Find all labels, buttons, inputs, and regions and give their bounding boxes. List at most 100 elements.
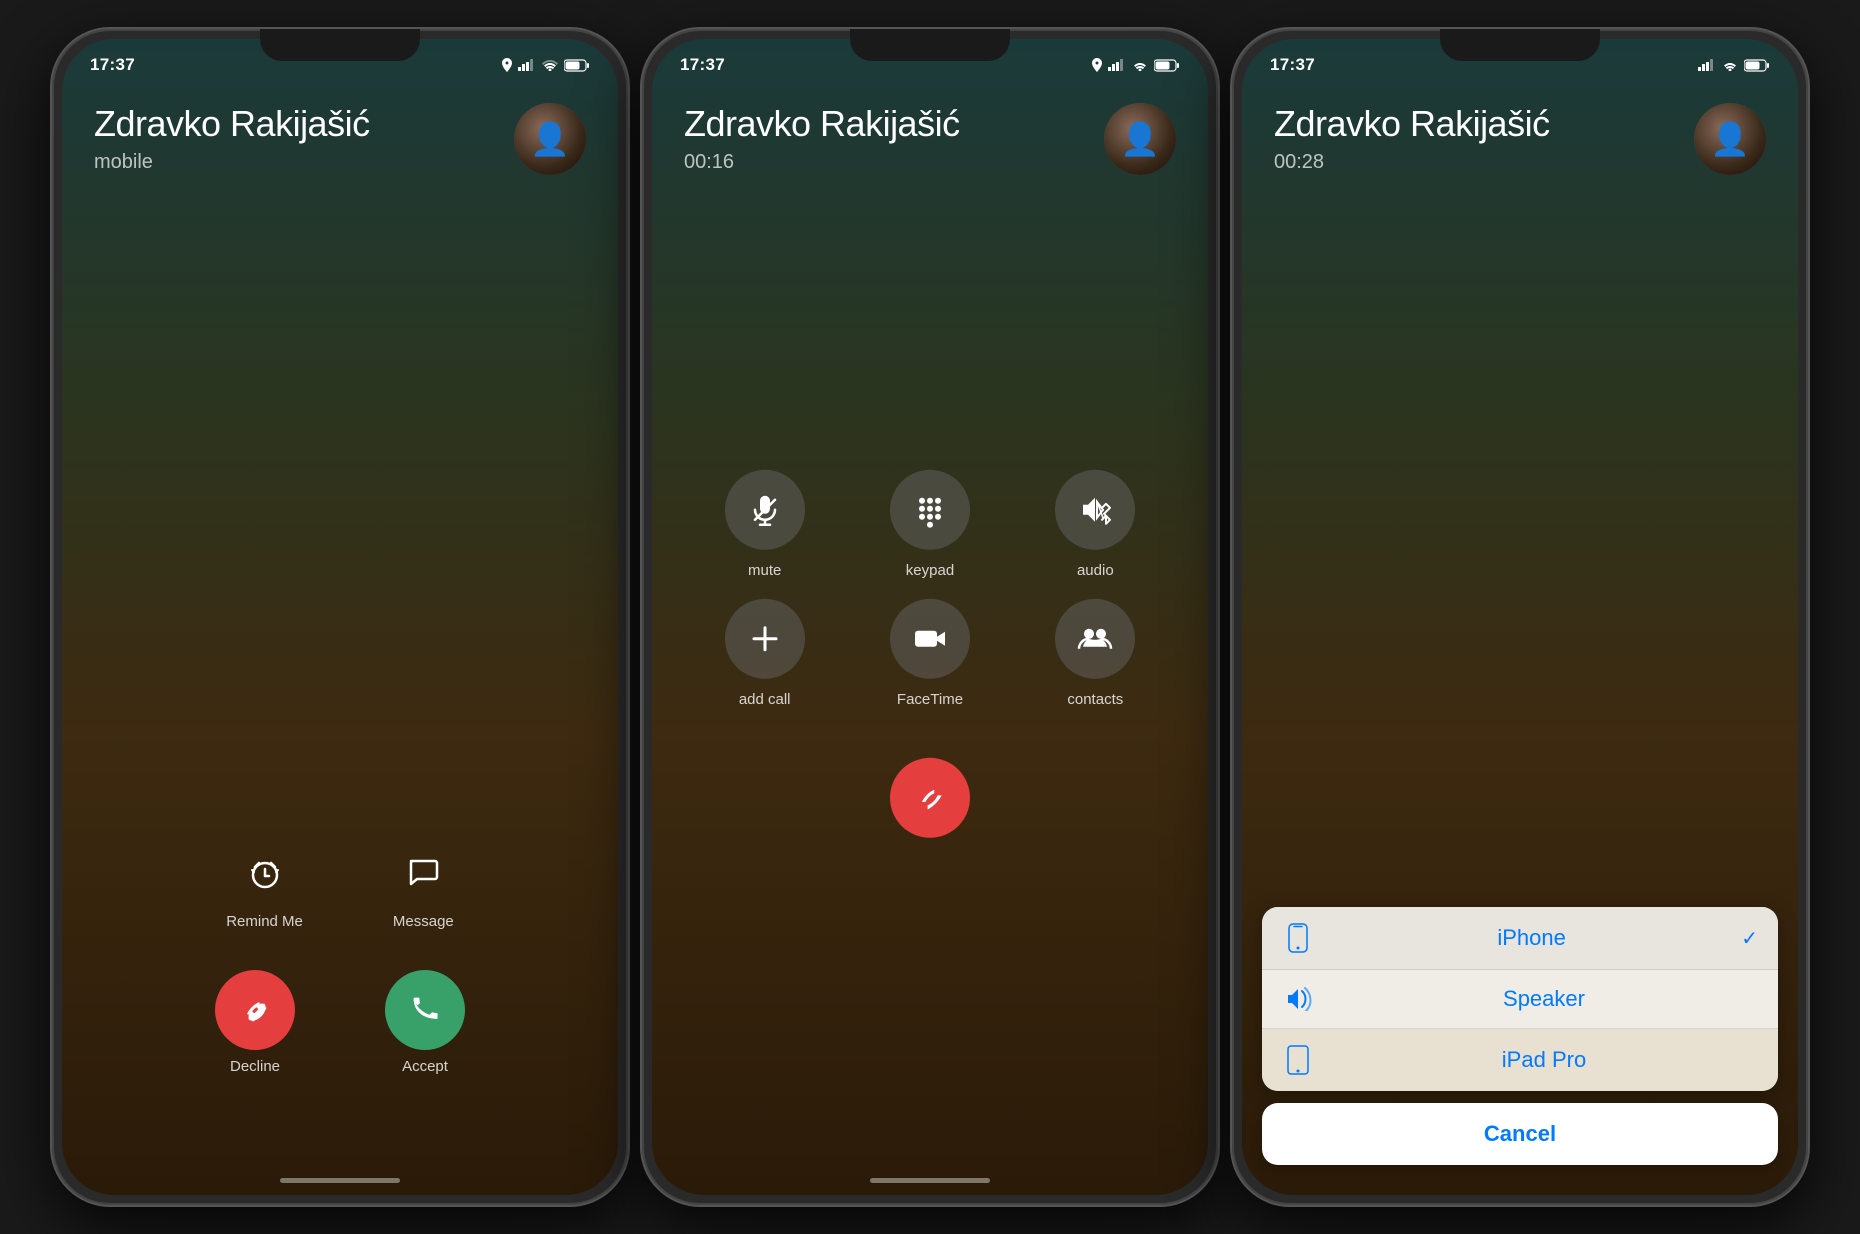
status-icons-3 (1698, 59, 1770, 72)
remind-me-btn[interactable]: Remind Me (226, 843, 303, 930)
decline-label: Decline (230, 1058, 280, 1075)
audio-label: audio (1077, 562, 1114, 579)
iphone-option-label: iPhone (1330, 925, 1733, 951)
message-label: Message (393, 913, 454, 930)
signal-icon-2 (1108, 59, 1126, 71)
mute-circle (725, 470, 805, 550)
remind-icon (235, 843, 295, 903)
contact-name-3: Zdravko Rakijašić (1274, 103, 1550, 145)
contact-avatar-3 (1694, 103, 1766, 175)
contact-area-3: Zdravko Rakijašić 00:28 (1242, 83, 1798, 175)
decline-btn[interactable] (215, 970, 295, 1050)
add-call-circle (725, 599, 805, 679)
iphone-icon (1288, 923, 1308, 953)
contacts-label: contacts (1067, 691, 1123, 708)
location-icon (502, 58, 512, 72)
wifi-icon-3 (1722, 59, 1738, 71)
facetime-label: FaceTime (897, 691, 963, 708)
speaker-icon (1284, 987, 1312, 1011)
audio-options-list: iPhone ✓ Speaker (1262, 907, 1778, 1091)
facetime-icon (912, 621, 948, 657)
controls-grid: mute (652, 470, 1208, 708)
contacts-circle (1055, 599, 1135, 679)
battery-icon-2 (1154, 59, 1180, 72)
contact-area-1: Zdravko Rakijašić mobile (62, 83, 618, 175)
decline-btn-group: Decline (215, 970, 295, 1075)
message-icon (393, 843, 453, 903)
end-call-btn[interactable] (890, 758, 970, 838)
wifi-icon (542, 59, 558, 71)
keypad-circle (890, 470, 970, 550)
screen-2: 17:37 (652, 39, 1208, 1195)
iphone-frame-3: 17:37 (1230, 27, 1810, 1207)
status-bar-1: 17:37 (62, 39, 618, 83)
iphone-check: ✓ (1741, 926, 1758, 951)
contact-status-1: mobile (94, 151, 370, 174)
call-controls: mute (652, 470, 1208, 838)
accept-btn[interactable] (385, 970, 465, 1050)
speaker-device-icon (1282, 987, 1314, 1011)
contact-name-2: Zdravko Rakijašić (684, 103, 960, 145)
contacts-icon (1077, 621, 1113, 657)
wifi-icon-2 (1132, 59, 1148, 71)
microphone-icon (747, 492, 783, 528)
status-icons-2 (1092, 58, 1180, 72)
incoming-actions: Remind Me Message (62, 843, 618, 1075)
accept-btn-group: Accept (385, 970, 465, 1075)
audio-option-ipad[interactable]: iPad Pro (1262, 1029, 1778, 1091)
ipad-option-label: iPad Pro (1330, 1047, 1758, 1073)
contacts-btn[interactable]: contacts (1023, 599, 1168, 708)
end-call-icon (912, 780, 948, 816)
action-row-top: Remind Me Message (226, 843, 454, 930)
keypad-label: keypad (906, 562, 954, 579)
screen-3: 17:37 (1242, 39, 1798, 1195)
contact-avatar-2 (1104, 103, 1176, 175)
mute-label: mute (748, 562, 781, 579)
signal-icon-3 (1698, 59, 1716, 71)
call-duration-2: 00:16 (684, 151, 960, 174)
cancel-label: Cancel (1484, 1121, 1556, 1146)
iphone-device-icon (1282, 923, 1314, 953)
contact-avatar-1 (514, 103, 586, 175)
chat-icon (405, 855, 441, 891)
signal-icon (518, 59, 536, 71)
facetime-circle (890, 599, 970, 679)
mute-btn[interactable]: mute (692, 470, 837, 579)
contact-name-1: Zdravko Rakijašić (94, 103, 370, 145)
audio-option-speaker[interactable]: Speaker (1262, 970, 1778, 1029)
location-icon-2 (1092, 58, 1102, 72)
status-time-1: 17:37 (90, 55, 135, 75)
status-time-3: 17:37 (1270, 55, 1315, 75)
decline-phone-icon (237, 992, 273, 1028)
audio-sheet: iPhone ✓ Speaker (1242, 907, 1798, 1195)
audio-option-iphone[interactable]: iPhone ✓ (1262, 907, 1778, 970)
iphone-frame-1: 17:37 (50, 27, 630, 1207)
audio-btn[interactable]: audio (1023, 470, 1168, 579)
call-buttons: Decline Accept (215, 970, 465, 1075)
screen-1: 17:37 (62, 39, 618, 1195)
home-indicator-1 (280, 1178, 400, 1183)
battery-icon (564, 59, 590, 72)
speaker-option-label: Speaker (1330, 986, 1758, 1012)
add-call-label: add call (739, 691, 791, 708)
add-call-icon (747, 621, 783, 657)
accept-label: Accept (402, 1058, 448, 1075)
iphone-frame-2: 17:37 (640, 27, 1220, 1207)
audio-icon (1077, 492, 1113, 528)
accept-phone-icon (407, 992, 443, 1028)
ipad-device-icon (1282, 1045, 1314, 1075)
audio-circle (1055, 470, 1135, 550)
add-call-btn[interactable]: add call (692, 599, 837, 708)
contact-area-2: Zdravko Rakijašić 00:16 (652, 83, 1208, 175)
facetime-btn[interactable]: FaceTime (857, 599, 1002, 708)
keypad-icon (912, 492, 948, 528)
status-bar-3: 17:37 (1242, 39, 1798, 83)
remind-me-label: Remind Me (226, 913, 303, 930)
ipad-icon (1287, 1045, 1309, 1075)
keypad-btn[interactable]: keypad (857, 470, 1002, 579)
status-icons-1 (502, 58, 590, 72)
message-btn[interactable]: Message (393, 843, 454, 930)
cancel-btn[interactable]: Cancel (1262, 1103, 1778, 1165)
call-duration-3: 00:28 (1274, 151, 1550, 174)
status-time-2: 17:37 (680, 55, 725, 75)
